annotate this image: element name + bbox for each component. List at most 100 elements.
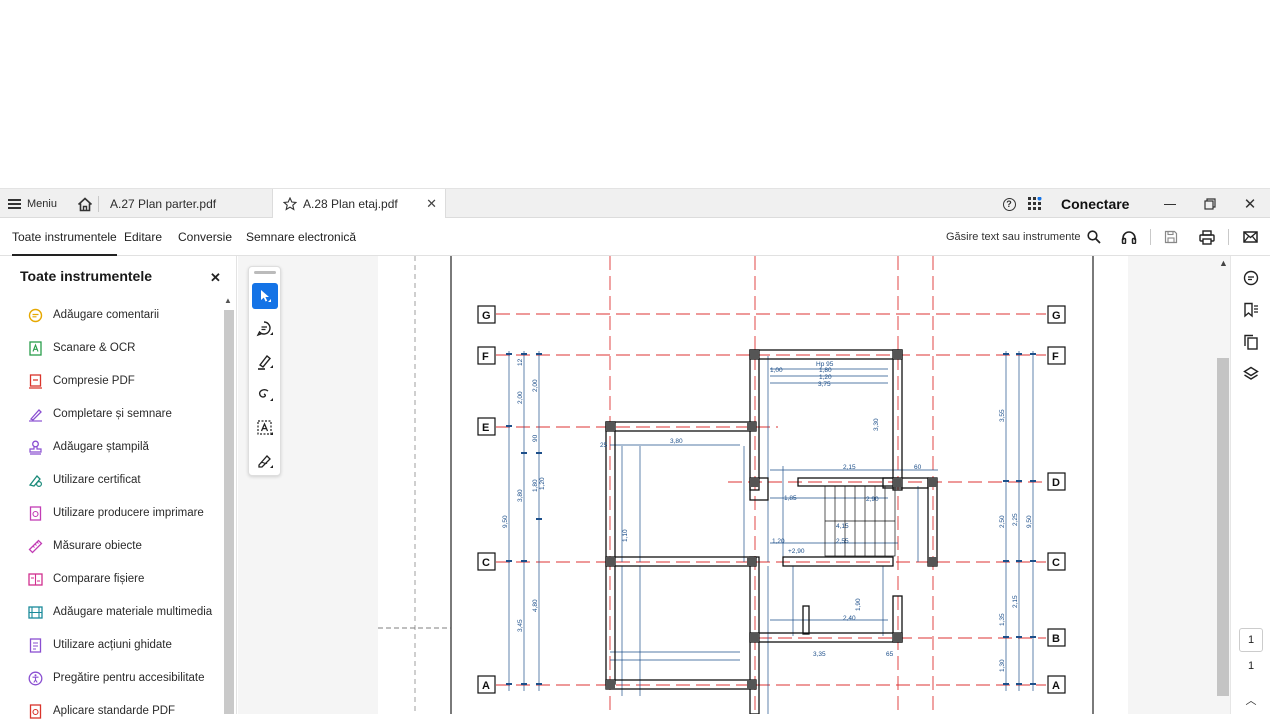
floor-plan-drawing: G F E C A G F D C B A 12 2,00 2,00 90 1,… — [378, 256, 1094, 714]
freehand-draw-icon — [258, 389, 273, 401]
tool-compress-pdf[interactable]: Compresie PDF — [27, 371, 135, 391]
document-scrollbar[interactable]: ▲ — [1216, 256, 1230, 714]
dimension-label: 1,00 — [770, 367, 783, 374]
close-tab-icon[interactable]: ✕ — [426, 196, 437, 212]
print-button[interactable] — [1197, 227, 1217, 247]
tool-scan-ocr[interactable]: Scanare & OCR — [27, 338, 135, 358]
restore-icon — [1204, 198, 1216, 210]
dimension-label: 1,20 — [819, 374, 832, 381]
all-tools-panel: Toate instrumentele ✕ ▲ Adăugare comenta… — [0, 256, 237, 719]
tool-add-comments[interactable]: Adăugare comentarii — [27, 305, 159, 325]
tab-plan-parter[interactable]: A.27 Plan parter.pdf — [100, 189, 270, 219]
axis-label: D — [1052, 477, 1060, 489]
layers-icon — [1243, 366, 1259, 380]
help-button[interactable]: ? — [1000, 189, 1018, 219]
dimension-label: 3,45 — [517, 619, 524, 632]
tool-guided-actions[interactable]: Utilizare acțiuni ghidate — [27, 635, 172, 655]
previous-page-icon[interactable]: ︿ — [1239, 692, 1263, 708]
text-tool-button[interactable] — [252, 415, 278, 441]
search-icon — [1086, 230, 1101, 244]
tab-label: A.28 Plan etaj.pdf — [303, 197, 398, 211]
panel-title: Toate instrumentele — [20, 268, 152, 284]
axis-label: A — [482, 680, 490, 692]
drag-handle[interactable] — [254, 271, 276, 274]
dimension-label: 2,40 — [843, 615, 856, 622]
email-button[interactable] — [1240, 227, 1260, 247]
dimension-label: 65 — [886, 651, 894, 658]
dimension-label: Hp 95 — [816, 361, 834, 368]
axis-label: C — [1052, 557, 1060, 569]
scroll-up-icon[interactable]: ▲ — [224, 296, 232, 305]
tool-accessibility[interactable]: Pregătire pentru accesibilitate — [27, 668, 205, 688]
dimension-label: 1,90 — [855, 598, 862, 611]
axis-label: A — [1052, 680, 1060, 692]
dimension-label: 2,55 — [836, 538, 849, 545]
minimize-button[interactable] — [1150, 189, 1190, 219]
select-tool-button[interactable] — [252, 283, 278, 309]
tab-plan-etaj[interactable]: A.28 Plan etaj.pdf ✕ — [272, 189, 446, 219]
tab-convert[interactable]: Conversie — [178, 218, 232, 256]
dimension-label: 3,80 — [517, 489, 524, 502]
tab-edit[interactable]: Editare — [124, 218, 162, 256]
page-thumbnails-button[interactable] — [1241, 332, 1261, 352]
tab-e-sign[interactable]: Semnare electronică — [246, 218, 356, 256]
close-panel-icon[interactable]: ✕ — [210, 270, 221, 286]
find-tools-search[interactable]: Găsire text sau instrumente — [946, 218, 1101, 256]
axis-label: C — [482, 557, 490, 569]
print-icon — [1199, 229, 1215, 245]
menu-button[interactable]: Meniu — [8, 189, 57, 219]
sign-in-button[interactable]: Conectare — [1061, 189, 1129, 219]
dimension-label: 9,50 — [1026, 515, 1033, 528]
scroll-up-icon[interactable]: ▲ — [1219, 258, 1228, 268]
highlighter-icon — [258, 354, 273, 370]
axis-label: F — [482, 351, 489, 363]
home-button[interactable] — [74, 189, 96, 219]
axis-labels-left: G F E C A — [477, 305, 496, 694]
page-number-input[interactable]: 1 — [1239, 628, 1263, 652]
highlight-tool-button[interactable] — [252, 349, 278, 375]
tab-all-tools[interactable]: Toate instrumentele — [12, 218, 117, 256]
draw-tool-button[interactable] — [252, 382, 278, 408]
bookmarks-button[interactable] — [1241, 300, 1261, 320]
measure-icon — [27, 538, 43, 554]
right-rail: 1 1 ︿ — [1230, 256, 1270, 714]
tool-add-stamp[interactable]: Adăugare ștampilă — [27, 437, 149, 457]
scrollbar-thumb[interactable] — [1217, 358, 1229, 696]
accessibility-icon — [27, 670, 43, 686]
panel-scrollbar[interactable]: ▲ — [222, 296, 234, 714]
read-aloud-button[interactable] — [1119, 227, 1139, 247]
scrollbar-thumb[interactable] — [224, 310, 234, 714]
comment-icon — [27, 307, 43, 323]
comment-tool-button[interactable] — [252, 316, 278, 342]
minimize-icon — [1164, 203, 1176, 205]
dimension-label: 3,35 — [813, 651, 826, 658]
multimedia-icon — [27, 604, 43, 620]
dimension-label: 2,00 — [532, 379, 539, 392]
tool-measure[interactable]: Măsurare obiecte — [27, 536, 142, 556]
sign-tool-button[interactable] — [252, 448, 278, 474]
restore-button[interactable] — [1190, 189, 1230, 219]
star-icon[interactable] — [283, 197, 297, 211]
save-button[interactable] — [1161, 227, 1181, 247]
apps-button[interactable] — [1028, 189, 1046, 219]
toolbar: Toate instrumentele Editare Conversie Se… — [0, 218, 1270, 256]
dimension-label: 2,25 — [1012, 513, 1019, 526]
tool-label: Completare și semnare — [53, 408, 172, 420]
tool-label: Adăugare materiale multimedia — [53, 606, 213, 618]
layers-button[interactable] — [1241, 364, 1261, 384]
tool-use-certificate[interactable]: Utilizare certificat — [27, 470, 141, 490]
stamp-icon — [27, 439, 43, 455]
tool-print-production[interactable]: Utilizare producere imprimare — [27, 503, 204, 523]
dimension-label: 2,00 — [517, 391, 524, 404]
tool-add-multimedia[interactable]: Adăugare materiale multimedia — [27, 602, 212, 622]
tool-pdf-standards[interactable]: Aplicare standarde PDF — [27, 701, 175, 721]
close-window-button[interactable]: ✕ — [1230, 189, 1270, 219]
tool-fill-sign[interactable]: Completare și semnare — [27, 404, 172, 424]
document-viewport[interactable]: G F E C A G F D C B A 12 2,00 2,00 90 1,… — [238, 256, 1230, 714]
pdf-page: G F E C A G F D C B A 12 2,00 2,00 90 1,… — [378, 256, 1128, 714]
dimension-label: 3,55 — [999, 409, 1006, 422]
comments-panel-button[interactable] — [1241, 268, 1261, 288]
dimension-label: 3,75 — [818, 381, 831, 388]
comment-icon — [1243, 270, 1259, 286]
tool-compare-files[interactable]: Comparare fișiere — [27, 569, 144, 589]
